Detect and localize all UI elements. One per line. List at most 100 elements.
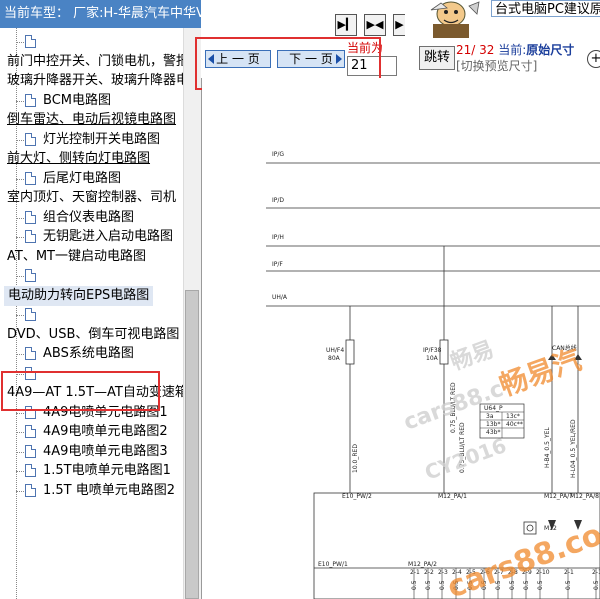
tree-connector — [16, 100, 24, 102]
document-icon[interactable] — [25, 269, 36, 282]
tree-category-item[interactable]: 玻璃升降器开关、玻璃升降器电 — [7, 71, 183, 91]
diagram-label: M12_PA/8 — [570, 493, 599, 500]
tree-leaf-item[interactable]: 灯光控制开关电路图 — [43, 130, 160, 150]
fit-page-icon[interactable]: ▶◀ — [364, 14, 386, 36]
document-icon[interactable] — [25, 405, 36, 419]
current-page-label: 当前为 — [347, 41, 384, 55]
tree-connector — [16, 354, 24, 355]
tree-connector — [16, 451, 24, 453]
document-icon[interactable] — [25, 366, 36, 380]
diagram-label: 40c** — [506, 421, 523, 428]
jump-button[interactable]: 跳转 — [419, 46, 455, 70]
chapter-tree: 前门中控开关、门锁电机，警报 玻璃升降器开关、玻璃升降器电 BCM电路图 倒车雷达、电… — [0, 28, 183, 599]
prev-page-label: 上 一 页 — [216, 52, 260, 66]
tree-connector — [16, 412, 24, 414]
mascot-logo — [430, 1, 480, 38]
view-toggle-icon[interactable]: ▶ — [393, 14, 405, 36]
diagram-label: UH/A — [272, 294, 288, 301]
diagram-label: 0.5 — [425, 580, 432, 590]
tree-leaf-item[interactable]: 4A9电喷单元电路图3 — [43, 442, 168, 462]
tree-leaf-item[interactable]: 后尾灯电路图 — [43, 169, 121, 189]
document-icon[interactable] — [25, 171, 36, 185]
diagram-label: M12_PA/7 — [544, 493, 573, 500]
document-icon[interactable] — [25, 308, 36, 321]
tree-category-item[interactable]: 4A9—AT 1.5T—AT自动变速箱 — [7, 383, 183, 403]
diagram-label: 2-1 — [564, 569, 574, 576]
document-icon[interactable] — [25, 132, 36, 146]
diagram-label: 0.5 — [537, 580, 544, 590]
tree-leaf-item[interactable]: 4A9电喷单元电路图2 — [43, 422, 168, 442]
toolbar: ▶▎ ▶◀ ▶ 台式电脑PC建议原 — [201, 0, 600, 38]
diagram-label: H-B4_0.5_YEL — [544, 427, 551, 468]
tree-connector — [16, 217, 24, 219]
tree-category-item[interactable]: AT、MT一键启动电路图 — [7, 247, 146, 267]
switch-preview-size-link[interactable]: [切换预览尺寸] — [456, 59, 537, 73]
tree-leaf-item[interactable]: 无钥匙进入启动电路图 — [43, 227, 173, 247]
first-page-icon[interactable]: ▶▎ — [335, 14, 357, 36]
tree-category-item[interactable]: 室内顶灯、天窗控制器、司机 — [7, 188, 176, 208]
zoom-in-icon[interactable]: + — [587, 50, 600, 68]
tree-connector — [16, 315, 24, 316]
scrollbar-thumb[interactable] — [185, 290, 199, 599]
diagram-label: E10_PW/1 — [318, 561, 348, 568]
diagram-label: IP/F38 — [423, 347, 442, 354]
diagram-label: 13c* — [506, 413, 520, 420]
tree-category-item[interactable]: 电动助力转向EPS电路图 — [4, 285, 154, 306]
diagram-label: 80A — [328, 355, 341, 362]
diagram-label: 13b* — [486, 421, 500, 428]
tree-category-item[interactable]: 倒车雷达、电动后视镜电路图 — [7, 110, 176, 130]
tree-leaf-item[interactable]: 4A9电喷单元电路图1 — [43, 403, 168, 423]
diagram-label: 0.5 — [565, 580, 572, 590]
document-icon[interactable] — [25, 35, 36, 48]
document-icon[interactable] — [25, 444, 36, 458]
tree-category-item[interactable]: 前大灯、侧转向灯电路图 — [7, 149, 150, 169]
diagram-label: 2-1 — [410, 569, 420, 576]
document-icon[interactable] — [25, 210, 36, 224]
mode-value: 原始尺寸 — [526, 43, 575, 57]
page-number-input[interactable]: 21 — [347, 56, 397, 76]
diagram-label: 10A — [426, 355, 439, 362]
tree-connector — [16, 471, 24, 472]
tree-connector — [16, 237, 24, 238]
diagram-label: 0.5 — [593, 580, 600, 590]
diagram-label: 3a — [486, 413, 494, 420]
prev-page-button[interactable]: 上 一 页 — [205, 50, 271, 68]
tree-leaf-item[interactable]: ABS系统电路图 — [43, 344, 134, 364]
wiring-diagram-svg: IP/GIP/DIP/HIP/FUH/AUH/F480AIP/F3810ACAN… — [266, 151, 600, 599]
document-icon[interactable] — [25, 483, 36, 497]
diagram-label: 2-1 — [592, 569, 600, 576]
tree-category-item[interactable]: DVD、USB、倒车可视电路图 — [7, 325, 179, 345]
tree-scrollbar[interactable] — [183, 28, 201, 599]
next-page-button[interactable]: 下 一 页 — [277, 50, 345, 68]
mode-prefix: 当前: — [498, 43, 527, 57]
diagram-label: H-L04_0.5_YEL/RED — [570, 419, 577, 478]
document-icon[interactable] — [25, 93, 36, 107]
document-icon[interactable] — [25, 230, 36, 243]
tree-leaf-item[interactable]: 1.5T电喷单元电路图1 — [43, 461, 171, 481]
tree-leaf-item[interactable]: 组合仪表电路图 — [43, 208, 134, 228]
tree-category-item[interactable]: 前门中控开关、门锁电机，警报 — [7, 52, 183, 72]
document-icon[interactable] — [25, 425, 36, 438]
wiring-diagram: IP/G IP/D IP/H IP/F UH/A UH/F4 80A IP/F38 10A CAN… — [202, 78, 600, 599]
tree-leaf-item[interactable]: 1.5T 电喷单元电路图2 — [43, 481, 175, 501]
diagram-label: M12_PA/2 — [408, 561, 437, 568]
page-navigation: 上 一 页 下 一 页 当前为 21 跳转 21/ 32 当前:原始尺寸 [切换… — [201, 38, 600, 78]
diagram-label: IP/F — [272, 261, 283, 268]
tree-connector — [16, 373, 24, 375]
chapter-tree-panel: 当前车型： 厂家:H-华晨汽车中华V52011 前门中控开关、门锁电机，警报玻璃… — [0, 0, 202, 599]
diagram-label: UH/F4 — [326, 347, 344, 354]
diagram-label: 0.5 — [411, 580, 418, 590]
tree-connector — [16, 178, 24, 180]
next-page-label: 下 一 页 — [289, 52, 333, 66]
watermark-text: 畅易 — [448, 337, 498, 376]
tree-connector — [16, 139, 24, 141]
tree-connector — [16, 42, 24, 43]
document-icon[interactable] — [25, 464, 36, 477]
tree-connector — [16, 276, 24, 277]
diagram-label: 10.0_RED — [352, 444, 359, 473]
diagram-label: 0.5 — [439, 580, 446, 590]
document-icon[interactable] — [25, 347, 36, 360]
tree-connector — [16, 490, 24, 492]
tree-leaf-item[interactable]: BCM电路图 — [43, 91, 111, 111]
diagram-label: E10_PW/2 — [342, 493, 372, 500]
